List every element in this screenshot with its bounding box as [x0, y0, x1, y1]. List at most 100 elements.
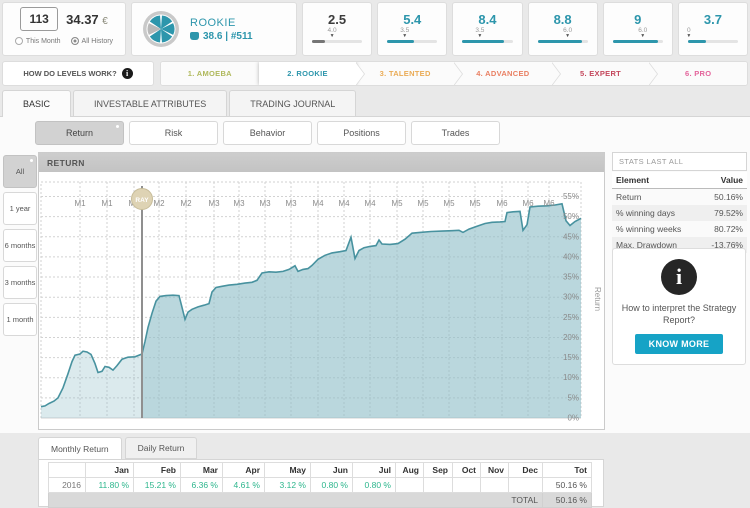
gauge-benchmark: 4.0▼ — [328, 28, 337, 39]
svg-text:M3: M3 — [285, 199, 297, 208]
subtab-behavior[interactable]: Behavior — [223, 121, 312, 145]
range-filters: All 1 year 6 months 3 months 1 month — [3, 155, 37, 336]
svg-text:15%: 15% — [563, 353, 579, 362]
subtab-positions[interactable]: Positions — [317, 121, 406, 145]
summary-main: 113 34.37 € — [9, 7, 119, 31]
radio-all-history[interactable]: All History — [71, 37, 114, 45]
gauge-card-4: 8.86.0▼ — [528, 2, 598, 56]
value-cell: 0.80 % — [311, 478, 353, 493]
level-segment-5[interactable]: 5. EXPERT — [552, 62, 650, 85]
gauge-bar-fill — [312, 40, 325, 43]
know-more-button[interactable]: KNOW MORE — [635, 334, 724, 354]
month-column-header: Nov — [481, 463, 509, 478]
svg-text:50%: 50% — [563, 212, 579, 221]
value-cell — [396, 478, 424, 493]
stats-element: % winning days — [612, 205, 700, 221]
subtab-risk[interactable]: Risk — [129, 121, 218, 145]
benchmark-marker-icon: ▼ — [475, 34, 484, 39]
svg-text:M5: M5 — [391, 199, 403, 208]
tab-basic[interactable]: BASIC — [2, 90, 71, 117]
month-column-header: Oct — [453, 463, 481, 478]
amount-value: 34.37 € — [66, 12, 108, 27]
tab-daily-return[interactable]: Daily Return — [125, 437, 198, 459]
tab-trading-journal[interactable]: TRADING JOURNAL — [229, 90, 356, 116]
return-chart-panel: RETURN M1M1M1M2M2M3M3M3M3M4M4M4M5M5M5M5M… — [38, 152, 605, 430]
gauge-bar — [613, 40, 663, 43]
filter-3-months[interactable]: 3 months — [3, 266, 37, 299]
radio-this-month-icon[interactable] — [15, 37, 23, 45]
month-column-header: Mar — [181, 463, 223, 478]
level-segment-6[interactable]: 6. PRO — [649, 62, 747, 85]
count-value: 113 — [29, 12, 48, 26]
gauge-bar-fill — [538, 40, 582, 43]
main-tabs: BASICINVESTABLE ATTRIBUTESTRADING JOURNA… — [2, 90, 358, 117]
summary-card: 113 34.37 € This Month All History — [2, 2, 126, 56]
month-column-header: Jan — [86, 463, 134, 478]
stats-title: STATS LAST ALL — [612, 152, 747, 171]
table-row: 201611.80 %15.21 %6.36 %4.61 %3.12 %0.80… — [49, 478, 592, 493]
month-column-header: Sep — [424, 463, 453, 478]
stats-panel: STATS LAST ALL Element Value Return50.16… — [612, 152, 747, 253]
how-do-levels-work-button[interactable]: HOW DO LEVELS WORK? i — [2, 61, 154, 86]
level-segment-3[interactable]: 3. TALENTED — [356, 62, 454, 85]
stats-value: 79.52% — [700, 205, 747, 221]
svg-text:M1: M1 — [101, 199, 113, 208]
gauge-benchmark: 6.0▼ — [638, 28, 647, 39]
return-chart-svg[interactable]: M1M1M1M2M2M3M3M3M3M4M4M4M5M5M5M5M6M6M6RA… — [39, 172, 604, 427]
value-cell: 50.16 % — [543, 478, 592, 493]
radio-all-history-icon[interactable] — [71, 37, 79, 45]
subtab-return[interactable]: Return — [35, 121, 124, 145]
report-subtabs: ReturnRiskBehaviorPositionsTrades — [35, 121, 500, 145]
stats-row: % winning days79.52% — [612, 205, 747, 221]
svg-text:45%: 45% — [563, 232, 579, 241]
gauge-bar-row: 4.0▼ — [312, 28, 362, 45]
level-segment-4[interactable]: 4. ADVANCED — [454, 62, 552, 85]
y-axis-title: Return — [593, 287, 602, 311]
level-segment-2[interactable]: 2. ROOKIE — [259, 62, 357, 85]
filter-6-months[interactable]: 6 months — [3, 229, 37, 262]
gauge-benchmark: 3.5▼ — [475, 28, 484, 39]
gauge-value: 3.7 — [688, 12, 738, 27]
stats-table: Element Value Return50.16%% winning days… — [612, 172, 747, 253]
subtab-trades[interactable]: Trades — [411, 121, 500, 145]
month-column-header: Jun — [311, 463, 353, 478]
svg-text:10%: 10% — [563, 373, 579, 382]
filter-1-month[interactable]: 1 month — [3, 303, 37, 336]
tab-investable-attributes[interactable]: INVESTABLE ATTRIBUTES — [73, 90, 227, 116]
benchmark-marker-icon: ▼ — [686, 34, 691, 39]
benchmark-marker-icon: ▼ — [638, 34, 647, 39]
month-column-header: Apr — [223, 463, 265, 478]
value-cell: 0.80 % — [353, 478, 396, 493]
filter-1-year[interactable]: 1 year — [3, 192, 37, 225]
level-badge-card: ROOKIE 38.6 | #511 — [131, 2, 297, 56]
value-cell — [509, 478, 543, 493]
benchmark-marker-icon: ▼ — [328, 34, 337, 39]
svg-text:M6: M6 — [543, 199, 555, 208]
stats-element: Return — [612, 189, 700, 206]
gauge-benchmark: 0▼ — [686, 28, 691, 39]
stats-col-element: Element — [612, 172, 700, 189]
level-segment-1[interactable]: 1. AMOEBA — [161, 62, 259, 85]
svg-text:M5: M5 — [417, 199, 429, 208]
radio-this-month[interactable]: This Month — [15, 37, 61, 45]
value-cell: 15.21 % — [134, 478, 181, 493]
gauge-value: 8.4 — [462, 12, 512, 27]
month-column-header: Feb — [134, 463, 181, 478]
tab-monthly-return[interactable]: Monthly Return — [38, 437, 122, 460]
level-score: 38.6 | #511 — [190, 31, 253, 42]
gauge-card-2: 5.43.5▼ — [377, 2, 447, 56]
gauge-bar-fill — [387, 40, 414, 43]
total-label: TOTAL — [49, 493, 543, 508]
gauge-benchmark: 6.0▼ — [563, 28, 572, 39]
top-bar: 113 34.37 € This Month All History ROOKI… — [2, 2, 748, 56]
value-cell — [453, 478, 481, 493]
svg-text:M4: M4 — [338, 199, 350, 208]
benchmark-marker-icon: ▼ — [400, 34, 409, 39]
svg-text:M6: M6 — [496, 199, 508, 208]
gauge-bar-row: 3.5▼ — [462, 28, 512, 45]
gauge-card-5: 96.0▼ — [603, 2, 673, 56]
filter-all[interactable]: All — [3, 155, 37, 188]
svg-text:0%: 0% — [567, 414, 579, 423]
gauge-card-1: 2.54.0▼ — [302, 2, 372, 56]
level-name: ROOKIE — [190, 17, 253, 29]
